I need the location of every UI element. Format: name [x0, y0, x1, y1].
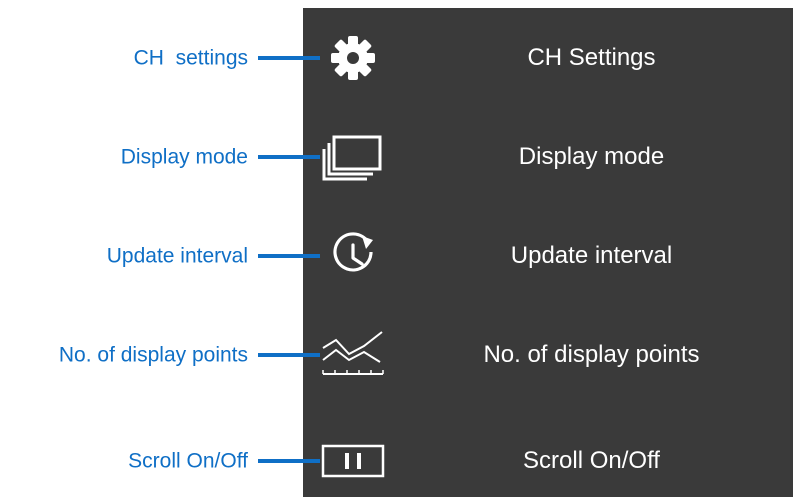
- clock-refresh-icon: [318, 229, 388, 283]
- row-display-mode: Display mode Display mode: [0, 127, 793, 187]
- callout-display-mode: Display mode: [120, 145, 248, 169]
- pause-icon: [318, 434, 388, 488]
- row-update-interval: Update interval Update interval: [0, 226, 793, 286]
- callout-leader-line: [258, 56, 320, 60]
- callout-leader-line: [258, 459, 320, 463]
- row-display-points: No. of display points No. of display poi…: [0, 325, 793, 385]
- annotated-menu-figure: CH settings CH Settings Display mode Dis…: [0, 0, 793, 497]
- menu-label-ch-settings: CH Settings: [527, 44, 656, 71]
- row-scroll: Scroll On/Off Scroll On/Off: [0, 431, 793, 491]
- windows-icon: [318, 130, 388, 184]
- menu-label-display-mode: Display mode: [518, 143, 665, 170]
- callout-update-interval: Update interval: [106, 244, 248, 268]
- callout-leader-line: [258, 155, 320, 159]
- callout-scroll: Scroll On/Off: [128, 449, 248, 473]
- callout-display-points: No. of display points: [58, 343, 248, 367]
- callout-leader-line: [258, 353, 320, 357]
- menu-label-display-points: No. of display points: [483, 341, 700, 368]
- menu-label-update-interval: Update interval: [510, 242, 673, 269]
- gear-icon: [318, 31, 388, 85]
- points-chart-icon: [318, 328, 388, 382]
- callout-ch-settings: CH settings: [133, 46, 248, 70]
- callout-leader-line: [258, 254, 320, 258]
- menu-label-scroll: Scroll On/Off: [523, 447, 660, 474]
- row-ch-settings: CH settings CH Settings: [0, 28, 793, 88]
